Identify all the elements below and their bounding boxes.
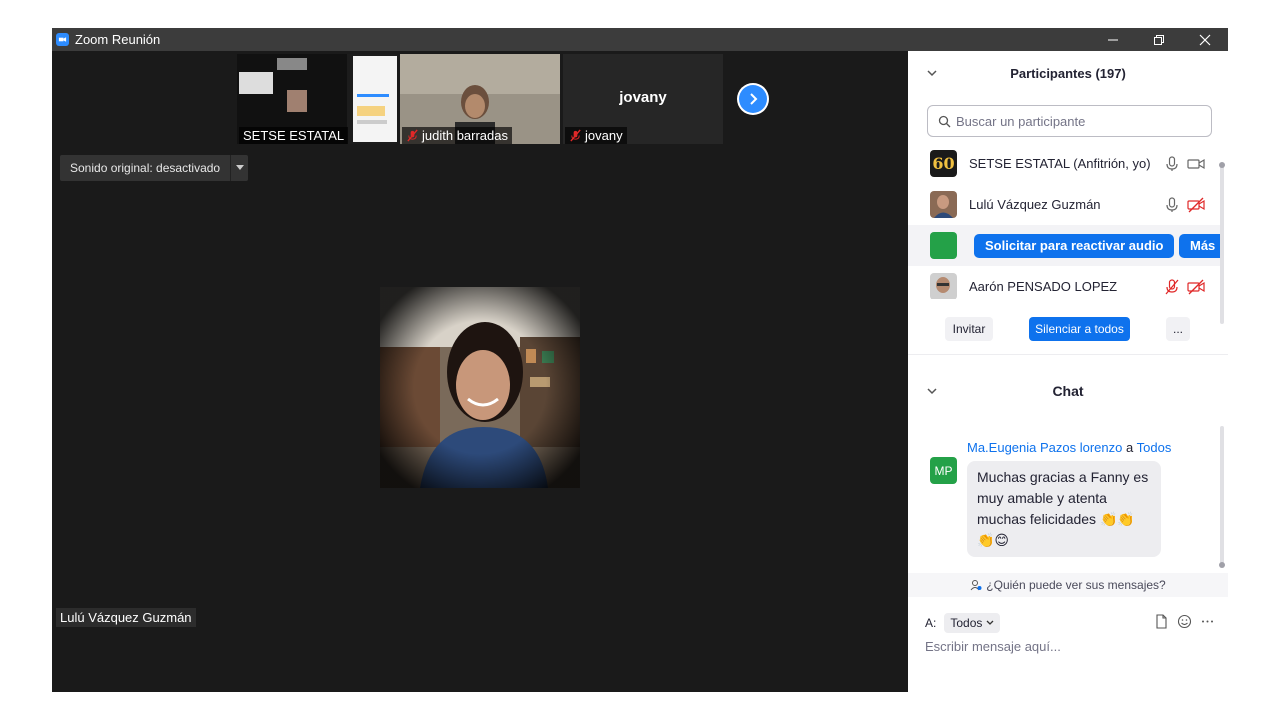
participant-name: SETSE ESTATAL (Anfitrión, yo) (969, 156, 1151, 171)
avatar (930, 273, 957, 299)
participants-header: Participantes (197) (908, 51, 1228, 95)
participant-name: Lulú Vázquez Guzmán (969, 197, 1101, 212)
avatar: MP (930, 457, 957, 484)
mic-icon[interactable] (1165, 196, 1179, 213)
more-dots-icon[interactable] (1200, 614, 1215, 629)
speaker-video-image (380, 287, 580, 488)
message-bubble: Muchas gracias a Fanny es muy amable y a… (967, 461, 1161, 557)
who-can-see-text: ¿Quién puede ver sus mensajes? (986, 578, 1166, 592)
participant-row[interactable]: Solicitar para reactivar audio Más (908, 225, 1220, 266)
participant-row[interactable]: Aarón PENSADO LOPEZ (908, 266, 1220, 299)
muted-mic-icon[interactable] (1165, 278, 1179, 295)
window-title: Zoom Reunión (75, 32, 161, 47)
thumbnail-name: jovany (565, 127, 627, 144)
active-speaker-name: Lulú Vázquez Guzmán (56, 608, 196, 627)
invite-button[interactable]: Invitar (945, 317, 993, 341)
zoom-logo-icon (56, 33, 69, 46)
chat-scrollbar[interactable] (1219, 426, 1225, 568)
chevron-down-icon[interactable] (926, 385, 938, 397)
recipient-select[interactable]: Todos (944, 613, 1001, 633)
divider (908, 354, 1228, 355)
search-placeholder: Buscar un participante (956, 113, 1086, 129)
original-sound-toggle[interactable]: Sonido original: desactivado (60, 155, 249, 181)
mute-all-button[interactable]: Silenciar a todos (1029, 317, 1130, 341)
participant-row[interactable]: Lulú Vázquez Guzmán (908, 184, 1220, 225)
avatar (930, 232, 957, 259)
to-label: A: (925, 616, 937, 630)
mic-icon[interactable] (1165, 155, 1179, 172)
video-off-icon[interactable] (1187, 279, 1205, 295)
close-icon[interactable] (1182, 28, 1228, 51)
thumbnail-name: SETSE ESTATAL (239, 127, 349, 144)
emoji-icon[interactable] (1177, 614, 1192, 629)
participant-search-input[interactable]: Buscar un participante (927, 105, 1212, 137)
participant-list: 60 SETSE ESTATAL (Anfitrión, yo) Lulú Vá… (908, 143, 1220, 299)
restore-icon[interactable] (1136, 28, 1182, 51)
video-stage: SETSE ESTATAL judith barradas jovany jov… (52, 51, 908, 692)
recipient-row: A: Todos (925, 611, 1225, 635)
original-sound-label[interactable]: Sonido original: desactivado (60, 155, 231, 181)
message-sender[interactable]: Ma.Eugenia Pazos lorenzo (967, 440, 1122, 455)
chevron-down-icon[interactable] (230, 155, 249, 181)
message-meta: Ma.Eugenia Pazos lorenzo a Todos (967, 440, 1171, 455)
muted-mic-icon (570, 129, 581, 142)
active-speaker-video (380, 287, 580, 488)
thumbnail-video[interactable]: SETSE ESTATAL (237, 54, 397, 144)
thumbnail-display-name: jovany (619, 89, 667, 106)
video-camera-icon[interactable] (1187, 156, 1205, 172)
video-off-icon[interactable] (1187, 197, 1205, 213)
search-icon (938, 115, 951, 127)
person-icon (970, 580, 982, 591)
chevron-right-icon (750, 93, 758, 105)
participant-name: Aarón PENSADO LOPEZ (969, 279, 1118, 294)
zoom-window: Zoom Reunión SETSE ESTATAL judith barrad… (52, 28, 1228, 692)
file-icon[interactable] (1154, 614, 1169, 629)
thumbnail-video[interactable]: jovany jovany (563, 54, 723, 144)
message-connector: a (1126, 440, 1134, 455)
message-recipient: Todos (1136, 440, 1172, 455)
muted-mic-icon (407, 129, 418, 142)
avatar: 60 (930, 150, 957, 177)
who-can-see-link[interactable]: ¿Quién puede ver sus mensajes? (908, 573, 1228, 597)
avatar (930, 191, 957, 218)
window-controls (1090, 28, 1228, 51)
more-button[interactable]: Más (1179, 233, 1220, 258)
more-options-button[interactable]: ... (1166, 317, 1190, 341)
thumbnail-name: judith barradas (402, 127, 512, 144)
chat-title: Chat (1052, 383, 1084, 399)
title-bar: Zoom Reunión (52, 28, 1228, 51)
minimize-icon[interactable] (1090, 28, 1136, 51)
participant-actions: Invitar Silenciar a todos ... (908, 317, 1228, 343)
chat-tools (1154, 614, 1215, 629)
chevron-down-icon[interactable] (926, 67, 938, 79)
participant-row[interactable]: 60 SETSE ESTATAL (Anfitrión, yo) (908, 143, 1220, 184)
recipient-value: Todos (950, 616, 983, 630)
chat-message-input[interactable]: Escribir mensaje aquí... (925, 639, 1061, 654)
request-unmute-button[interactable]: Solicitar para reactivar audio (974, 233, 1175, 258)
participant-scrollbar[interactable] (1219, 162, 1225, 324)
next-page-button[interactable] (737, 83, 769, 115)
participants-title: Participantes (197) (1010, 65, 1126, 81)
chevron-down-icon (986, 620, 994, 625)
side-panel: Participantes (197) Buscar un participan… (908, 51, 1228, 692)
thumbnail-video[interactable]: judith barradas (400, 54, 560, 144)
chat-header: Chat (908, 381, 1228, 401)
